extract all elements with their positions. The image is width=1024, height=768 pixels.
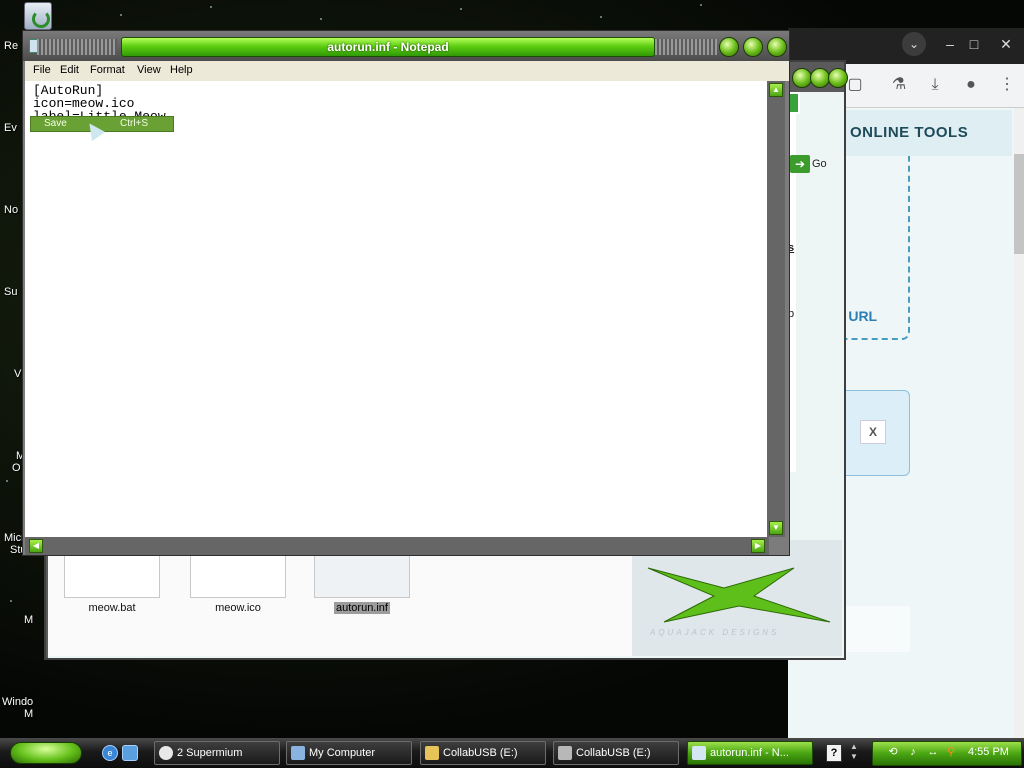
desktop-icon-label[interactable]: Windo (2, 696, 33, 708)
taskbar-button-my-computer[interactable]: My Computer (286, 741, 412, 765)
file-name-autorun-inf[interactable]: autorun.inf (334, 602, 390, 614)
minimize-button[interactable] (719, 37, 739, 57)
menu-help[interactable]: Help (170, 64, 193, 76)
taskbar-button-notepad[interactable]: autorun.inf - N... (687, 741, 813, 765)
taskbar-button-collabusb-1[interactable]: CollabUSB (E:) (420, 741, 546, 765)
task-label: autorun.inf - N... (710, 747, 789, 759)
browser-titlebar: ⌄ – □ ✕ (788, 28, 1024, 64)
taskbar-button-supermium[interactable]: 2 Supermium (154, 741, 280, 765)
minimize-button[interactable] (792, 68, 812, 88)
task-label: CollabUSB (E:) (443, 747, 518, 759)
go-button-label[interactable]: Go (812, 158, 827, 170)
desktop-icon-label[interactable]: No (4, 204, 18, 216)
resize-grip-icon[interactable] (769, 537, 787, 555)
save-menu-label[interactable]: Save (44, 118, 67, 129)
desktop-icon-label[interactable]: Re (4, 40, 18, 52)
online-tools-heading: ONLINE TOOLS (832, 110, 1012, 156)
desktop-icon-label[interactable]: Ev (4, 122, 17, 134)
help-button[interactable]: ? (826, 744, 842, 762)
titlebar-grille (37, 39, 117, 55)
banner-caption: AQUAJACK DESIGNS (650, 628, 780, 637)
task-label: My Computer (309, 747, 376, 759)
scroll-down-icon[interactable]: ▼ (769, 521, 783, 535)
maximize-button[interactable] (743, 37, 763, 57)
vertical-scrollbar[interactable]: ▲ ▼ (767, 81, 785, 537)
taskbar-button-collabusb-2[interactable]: CollabUSB (E:) (553, 741, 679, 765)
maximize-button[interactable] (810, 68, 830, 88)
save-shortcut-label: Ctrl+S (120, 118, 149, 129)
folder-icon (425, 746, 439, 760)
browser-scroll-thumb[interactable] (1014, 154, 1024, 254)
account-icon[interactable]: ● (960, 74, 982, 96)
desktop-icon-label[interactable]: O (12, 462, 21, 474)
computer-icon (291, 746, 305, 760)
scroll-right-icon[interactable]: ▶ (751, 539, 765, 553)
internet-explorer-icon[interactable]: e (102, 745, 118, 761)
network-icon[interactable]: ⟲ (886, 745, 900, 759)
scroll-up-icon[interactable]: ▲ (769, 83, 783, 97)
desktop-icon-label[interactable]: V (14, 368, 21, 380)
desktop-icon-label[interactable]: M (24, 708, 33, 720)
minimize-button[interactable]: – (938, 34, 962, 54)
menu-view[interactable]: View (137, 64, 161, 76)
notepad-window: autorun.inf - Notepad File Edit Format V… (22, 30, 790, 556)
window-title: autorun.inf - Notepad (121, 37, 655, 57)
close-button[interactable] (828, 68, 848, 88)
explorer-window-controls (792, 68, 848, 90)
menu-file[interactable]: File (33, 64, 51, 76)
close-button[interactable]: ✕ (994, 34, 1018, 54)
download-icon[interactable]: ⤓ (924, 74, 946, 96)
taskbar-scroll-icon[interactable]: ▲ ▼ (850, 742, 858, 762)
menu-format[interactable]: Format (90, 64, 125, 76)
drive-icon (558, 746, 572, 760)
horizontal-scrollbar[interactable]: ◀ ▶ (25, 537, 769, 555)
desktop-icon-label[interactable]: M (24, 614, 33, 626)
close-panel-button[interactable]: X (860, 420, 886, 444)
show-desktop-icon[interactable] (122, 745, 138, 761)
file-name-meow-ico[interactable]: meow.ico (183, 602, 293, 614)
text-editor[interactable]: [AutoRun] icon=meow.ico label=Little Meo… (25, 81, 781, 537)
menu-edit[interactable]: Edit (60, 64, 79, 76)
close-button[interactable] (767, 37, 787, 57)
maximize-button[interactable]: □ (962, 34, 986, 54)
menu-dots-icon[interactable]: ⋮ (996, 74, 1018, 96)
desktop-icon-label[interactable]: Su (4, 286, 17, 298)
recycle-bin-icon[interactable] (24, 2, 52, 30)
file-name-meow-bat[interactable]: meow.bat (57, 602, 167, 614)
notepad-icon (692, 746, 706, 760)
chevron-down-icon[interactable]: ⌄ (902, 32, 926, 56)
go-arrow-icon[interactable]: ➔ (790, 155, 810, 173)
search-icon[interactable]: ⚲ (944, 745, 958, 759)
menu-bar: File Edit Format View Help (25, 61, 789, 81)
speaker-icon[interactable]: ♪ (906, 745, 920, 759)
task-label: 2 Supermium (177, 747, 243, 759)
flask-icon[interactable]: ⚗ (888, 74, 910, 96)
task-label: CollabUSB (E:) (576, 747, 651, 759)
scroll-left-icon[interactable]: ◀ (29, 539, 43, 553)
supermium-icon (159, 746, 173, 760)
titlebar-grille (655, 39, 717, 55)
clock[interactable]: 4:55 PM (968, 746, 1009, 758)
notepad-titlebar[interactable]: autorun.inf - Notepad (23, 31, 789, 61)
safely-remove-icon[interactable]: ↔ (926, 745, 940, 759)
start-button[interactable] (10, 742, 82, 764)
aquajack-x-logo-icon (647, 567, 831, 623)
